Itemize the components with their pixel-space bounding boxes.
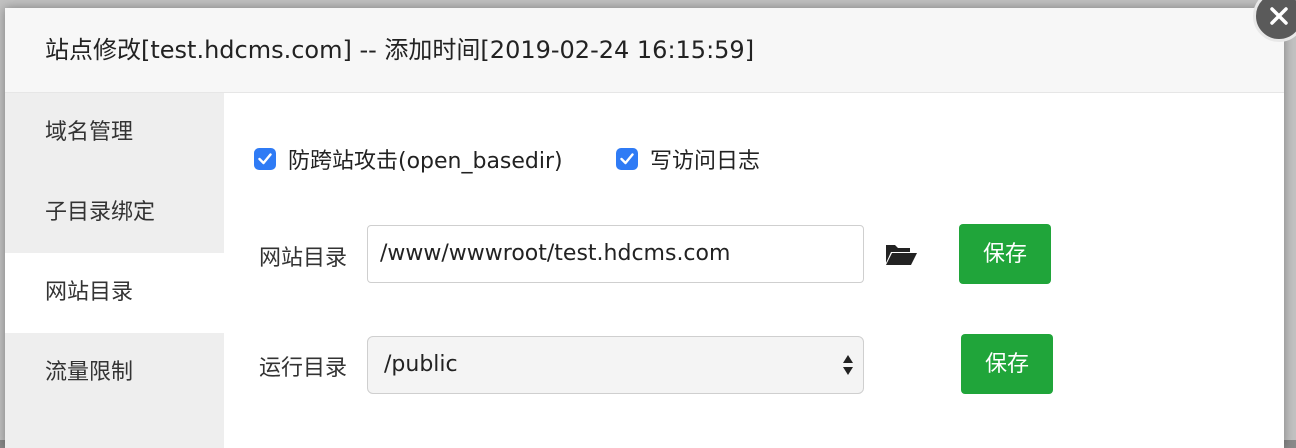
anti-xss-label: 防跨站攻击(open_basedir) [288, 149, 563, 174]
dialog-sidebar: 域名管理 子目录绑定 网站目录 流量限制 [5, 93, 224, 448]
sidebar-item-domain-management[interactable]: 域名管理 [5, 93, 224, 173]
folder-open-icon-glyph [886, 245, 917, 265]
dialog-header: 站点修改[test.hdcms.com] -- 添加时间[2019-02-24 … [5, 8, 1284, 93]
site-edit-dialog: 站点修改[test.hdcms.com] -- 添加时间[2019-02-24 … [5, 8, 1284, 448]
anti-xss-checkbox[interactable] [254, 148, 276, 170]
site-dir-label: 网站目录 [259, 246, 348, 271]
close-icon [1270, 7, 1288, 25]
access-log-option[interactable]: 写访问日志 [616, 142, 760, 176]
select-updown-icon [843, 355, 853, 375]
access-log-checkbox[interactable] [616, 148, 638, 170]
folder-open-icon[interactable] [884, 241, 918, 269]
run-dir-select[interactable]: /public [367, 336, 864, 394]
sidebar-item-site-directory[interactable]: 网站目录 [5, 253, 224, 333]
save-run-dir-button[interactable]: 保存 [961, 334, 1053, 394]
anti-xss-option[interactable]: 防跨站攻击(open_basedir) [254, 142, 563, 176]
dialog-content: 防跨站攻击(open_basedir) 写访问日志 网站目录 /www/wwwr… [224, 93, 1284, 448]
sidebar-item-traffic-limit[interactable]: 流量限制 [5, 333, 224, 413]
checkmark-icon [620, 153, 634, 165]
dialog-title: 站点修改[test.hdcms.com] -- 添加时间[2019-02-24 … [45, 36, 755, 64]
checkmark-icon [258, 153, 272, 165]
run-dir-selected-value: /public [384, 352, 458, 377]
site-dir-input[interactable]: /www/wwwroot/test.hdcms.com [367, 225, 864, 283]
save-site-dir-button[interactable]: 保存 [959, 224, 1051, 284]
sidebar-item-subdirectory-binding[interactable]: 子目录绑定 [5, 173, 224, 253]
access-log-label: 写访问日志 [650, 149, 761, 174]
run-dir-label: 运行目录 [259, 356, 348, 381]
